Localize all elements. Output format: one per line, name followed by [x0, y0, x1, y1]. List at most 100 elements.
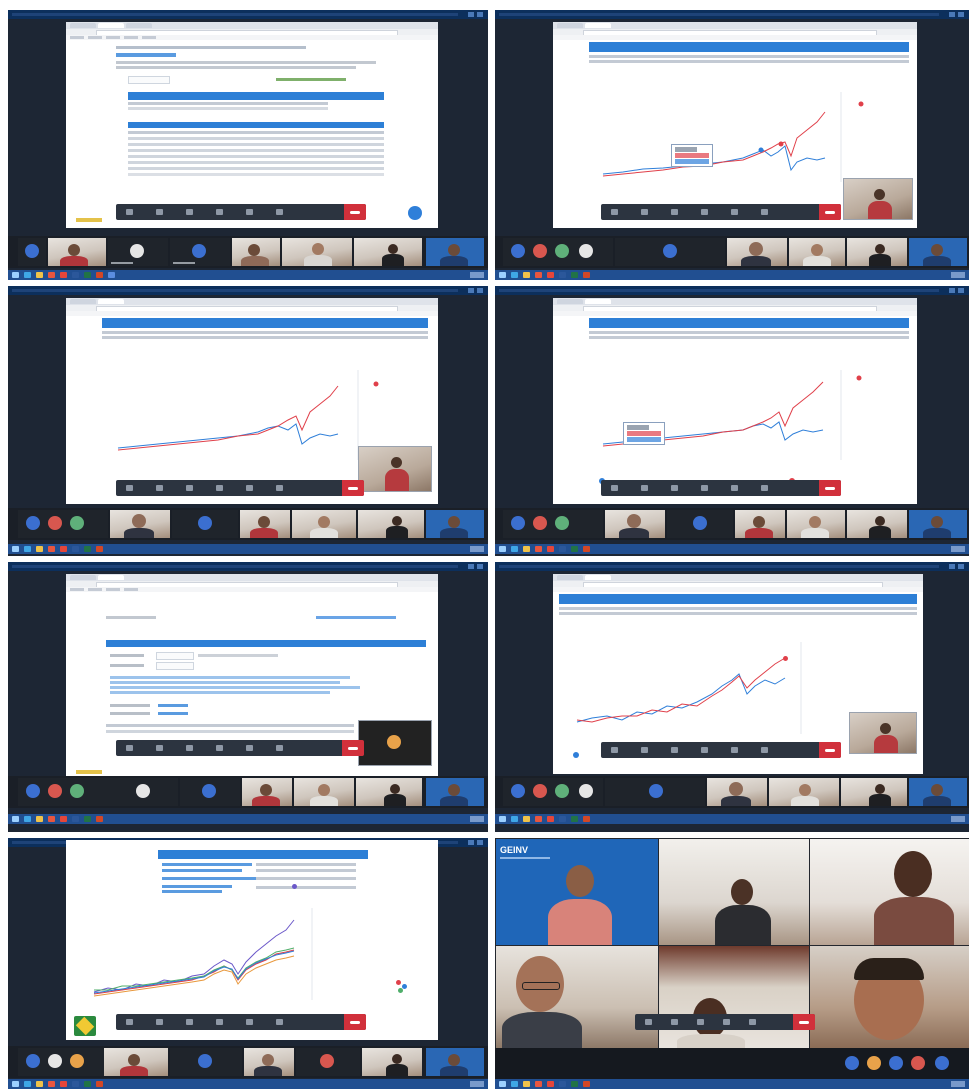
participant-avatar[interactable] [198, 1054, 212, 1068]
participant-avatar[interactable] [511, 784, 525, 798]
series-red-line [602, 111, 826, 177]
meeting-control-bar [116, 480, 364, 496]
end-call-button[interactable] [344, 204, 366, 220]
participant-avatar[interactable] [48, 516, 62, 530]
participants-icon[interactable] [246, 209, 253, 215]
participant-avatar[interactable] [202, 784, 216, 798]
end-call-button[interactable] [342, 740, 364, 756]
participant-avatar[interactable] [867, 1056, 881, 1070]
presenter-video-thumbnail[interactable] [843, 178, 913, 220]
participant-avatar[interactable] [579, 244, 593, 258]
brand-label: GEINV [500, 845, 529, 855]
participant-avatar[interactable] [555, 516, 569, 530]
participant-avatar[interactable] [511, 516, 525, 530]
participant-avatar[interactable] [26, 784, 40, 798]
participants-icon[interactable] [731, 209, 738, 215]
browser-icon[interactable] [24, 272, 31, 278]
participant-avatar[interactable] [555, 244, 569, 258]
folder-icon[interactable] [36, 272, 43, 278]
participant-strip [8, 236, 488, 268]
share-screen-icon[interactable] [671, 209, 678, 215]
scroll-top-button[interactable] [408, 206, 422, 220]
participant-avatar[interactable] [693, 516, 707, 530]
form-header [106, 640, 426, 647]
end-call-button[interactable] [344, 1014, 366, 1030]
participant-avatar[interactable] [663, 244, 677, 258]
participant-avatar[interactable] [845, 1056, 859, 1070]
microphone-icon[interactable] [126, 209, 133, 215]
mail-icon[interactable] [48, 272, 55, 278]
participant-avatar[interactable] [192, 244, 206, 258]
screenshot-panel-5 [8, 562, 488, 832]
participant-avatar[interactable] [70, 1054, 84, 1068]
participant-avatar[interactable] [579, 784, 593, 798]
participant-video[interactable] [495, 945, 659, 1050]
participant-video[interactable] [658, 838, 810, 946]
start-date-field[interactable] [156, 652, 194, 660]
meeting-icon[interactable] [108, 272, 115, 278]
microphone-icon[interactable] [611, 209, 618, 215]
participant-avatar[interactable] [320, 1054, 334, 1068]
end-call-button[interactable] [819, 204, 841, 220]
participant-avatar[interactable] [70, 516, 84, 530]
end-call-button[interactable] [819, 480, 841, 496]
price-chart [567, 634, 827, 744]
powerpoint-icon[interactable] [96, 272, 103, 278]
chrome-icon[interactable] [60, 272, 67, 278]
start-icon[interactable] [12, 272, 19, 278]
participant-strip [8, 776, 488, 808]
taskbar [8, 270, 488, 280]
more-icon[interactable] [761, 209, 768, 215]
presenter-video-thumbnail[interactable] [358, 720, 432, 766]
participant-avatar[interactable] [911, 1056, 925, 1070]
participant-avatar[interactable] [70, 784, 84, 798]
participant-strip [495, 236, 969, 268]
presenter-video-thumbnail[interactable] [849, 712, 917, 754]
participant-avatar[interactable] [889, 1056, 903, 1070]
participant-avatar[interactable] [533, 784, 547, 798]
chat-icon[interactable] [216, 209, 223, 215]
participant-avatar[interactable] [649, 784, 663, 798]
screenshot-panel-1 [8, 10, 488, 280]
participant-avatar[interactable] [533, 516, 547, 530]
participant-avatar[interactable] [555, 784, 569, 798]
participant-strip [495, 776, 969, 808]
participant-avatar[interactable] [26, 516, 40, 530]
word-icon[interactable] [72, 272, 79, 278]
meeting-control-bar [116, 204, 366, 220]
video-icon[interactable] [156, 209, 163, 215]
participant-avatar[interactable] [387, 735, 401, 749]
table-header [128, 92, 384, 100]
brand-logo [74, 1016, 96, 1036]
participant-avatar[interactable] [25, 244, 39, 258]
participant-strip [495, 508, 969, 540]
more-icon[interactable] [276, 209, 283, 215]
series-red-line [117, 385, 339, 451]
screenshot-panel-4 [495, 286, 969, 556]
participant-video[interactable]: GEINV [495, 838, 659, 946]
participant-avatar[interactable] [198, 516, 212, 530]
participant-video[interactable] [658, 945, 810, 1050]
participant-video[interactable] [809, 838, 969, 946]
screenshot-panel-6 [495, 562, 969, 832]
end-call-button[interactable] [819, 742, 841, 758]
excel-icon[interactable] [84, 272, 91, 278]
video-icon[interactable] [641, 209, 648, 215]
participant-avatar[interactable] [533, 244, 547, 258]
chat-icon[interactable] [701, 209, 708, 215]
participant-avatar[interactable] [26, 1054, 40, 1068]
participant-avatar[interactable] [935, 1056, 949, 1070]
presenter-video-thumbnail[interactable] [358, 446, 432, 492]
screenshot-panel-7 [8, 838, 488, 1089]
end-date-field[interactable] [156, 662, 194, 670]
participant-video[interactable] [809, 945, 969, 1050]
participant-avatar[interactable] [130, 244, 144, 258]
end-call-button[interactable] [793, 1014, 815, 1030]
end-call-button[interactable] [342, 480, 364, 496]
participant-avatar[interactable] [511, 244, 525, 258]
share-screen-icon[interactable] [186, 209, 193, 215]
participant-avatar[interactable] [48, 1054, 62, 1068]
participant-avatar[interactable] [136, 784, 150, 798]
participant-avatar[interactable] [48, 784, 62, 798]
end-call-icon [350, 211, 360, 214]
